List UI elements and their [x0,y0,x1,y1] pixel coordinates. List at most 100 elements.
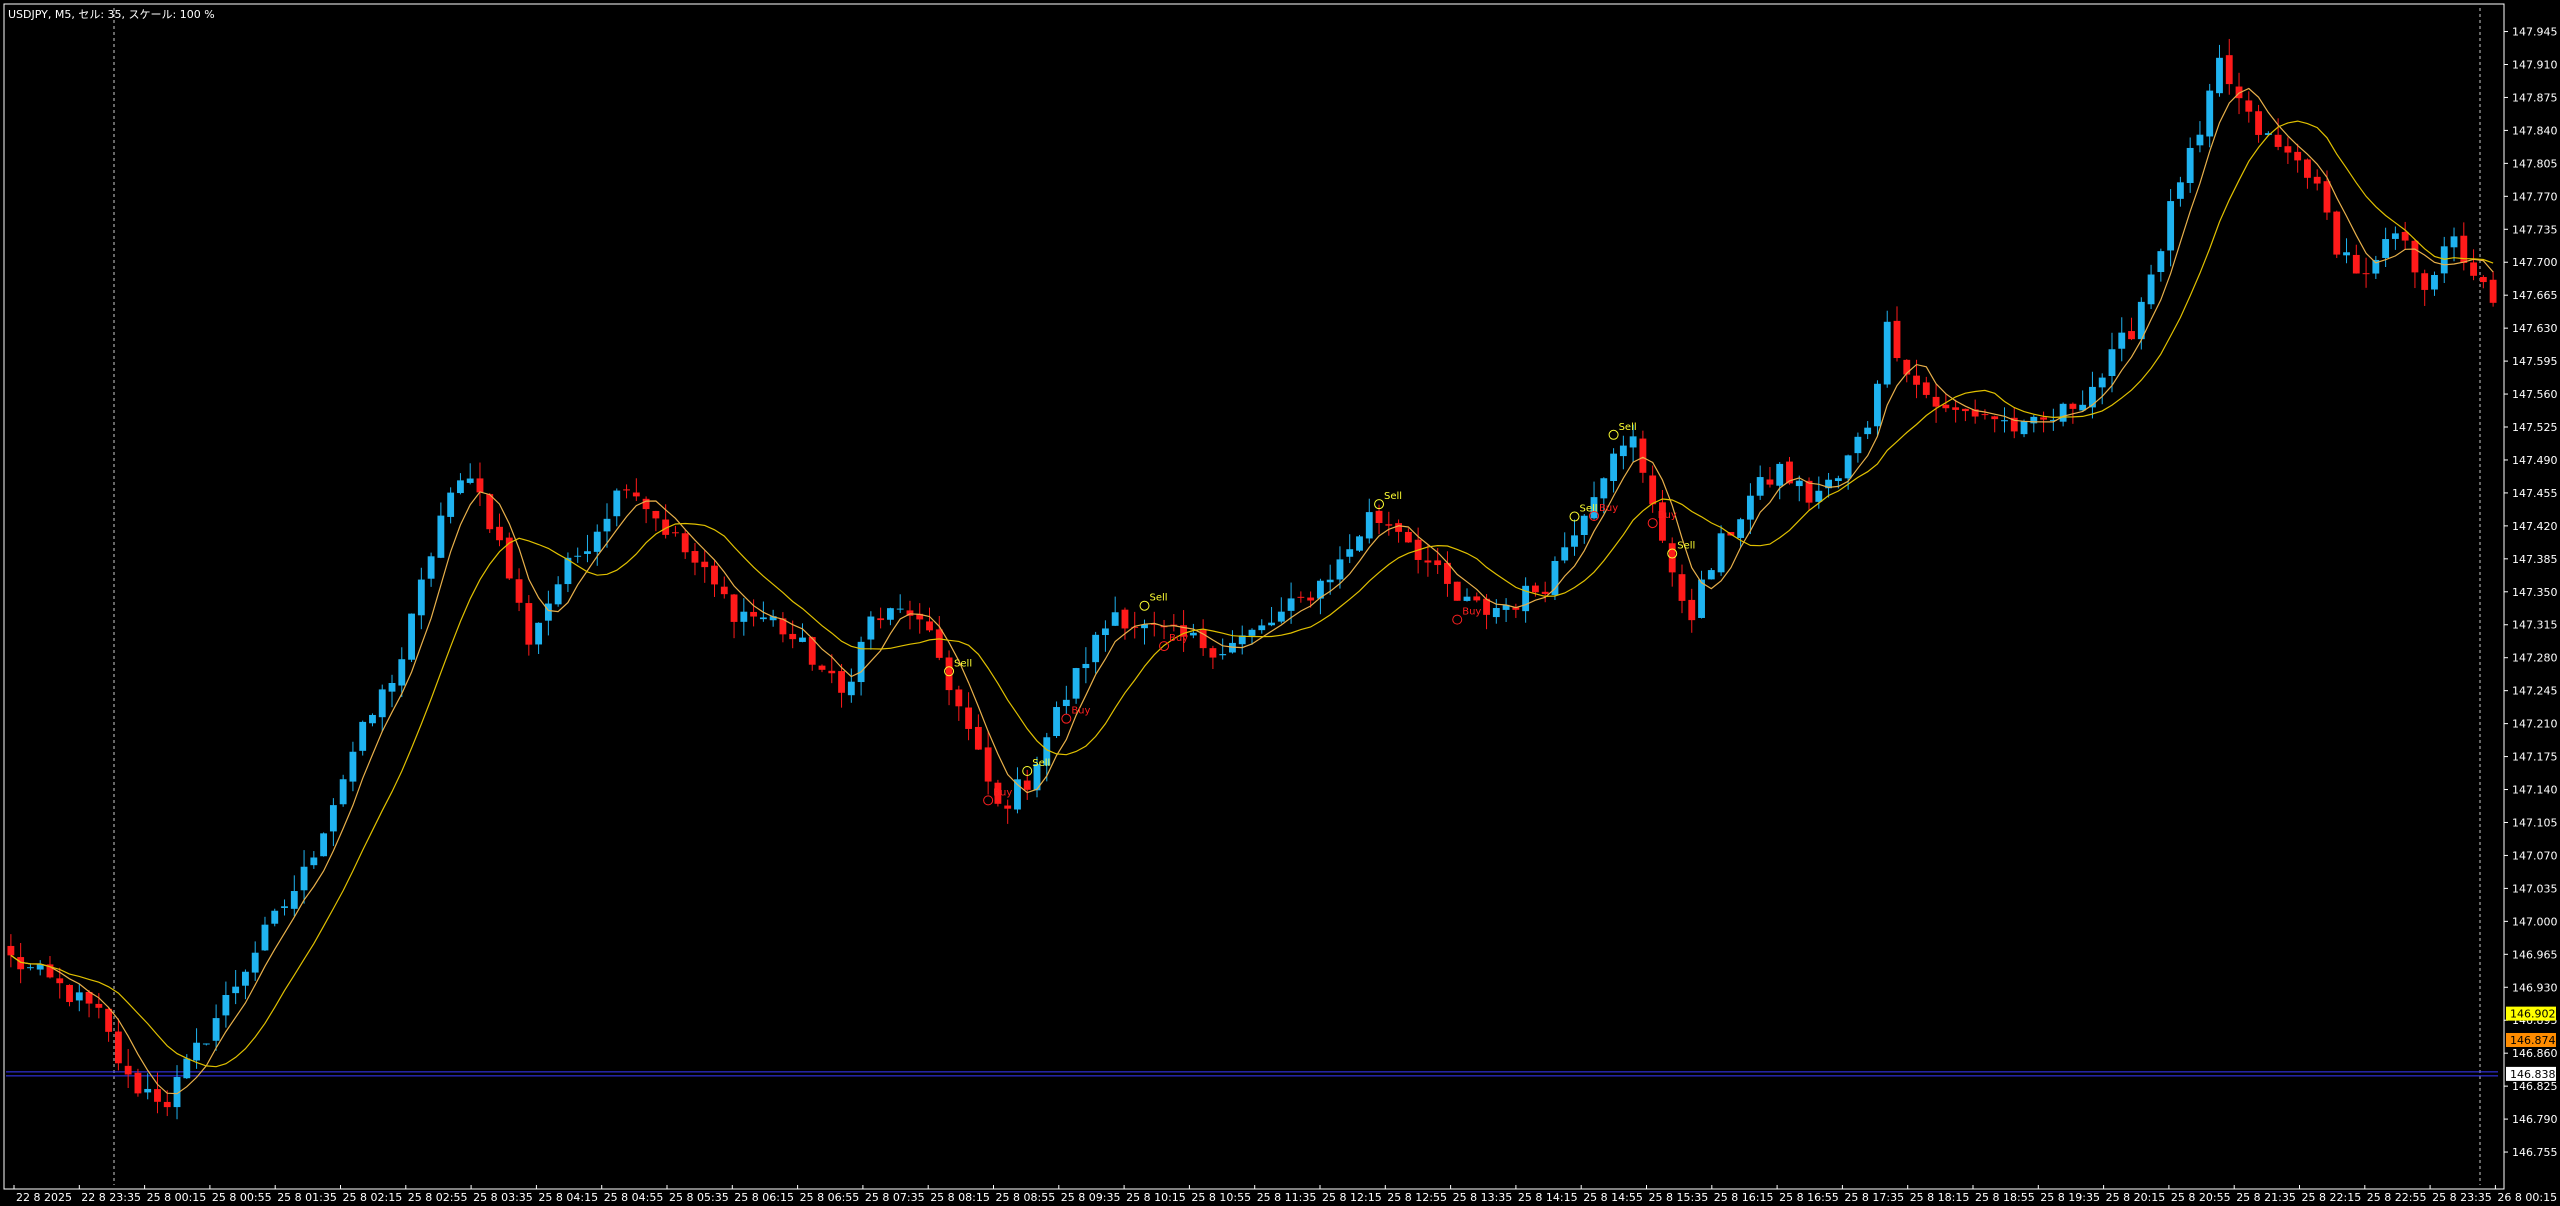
candle-body [1365,512,1373,539]
y-tick-label: 146.930 [2512,981,2558,994]
signal-label: Buy [1599,503,1618,514]
candle-body [261,924,269,951]
candle-body [759,617,767,620]
candle-body [1219,654,1227,656]
signal-label: Sell [1677,541,1695,552]
x-tick-label: 25 8 13:35 [1453,1191,1513,1204]
candle-body [1942,404,1950,409]
candle-body [593,531,601,552]
signal-label: Sell [1384,491,1402,502]
candle-body [1053,707,1060,737]
candle-body [2118,332,2126,349]
x-tick-label: 25 8 22:55 [2367,1191,2427,1204]
x-tick-label: 25 8 08:55 [996,1191,1056,1204]
candle-body [1961,408,1969,412]
candle-body [1248,629,1256,636]
y-tick-label: 147.070 [2512,849,2558,862]
candle-body [2157,251,2165,273]
candle-body [2255,111,2262,135]
candle-body [1834,478,1842,481]
x-tick-label: 25 8 10:15 [1126,1191,1186,1204]
signal-label: Sell [954,658,972,669]
y-tick-label: 147.700 [2512,256,2558,269]
x-tick-label: 22 8 23:35 [81,1191,141,1204]
candle-body [554,584,562,605]
y-tick-label: 147.595 [2512,355,2558,368]
candle-body [2147,274,2155,305]
candle-body [847,681,855,696]
y-tick-label: 147.210 [2512,718,2558,731]
x-tick-label: 25 8 12:55 [1387,1191,1447,1204]
candle-body [242,971,249,986]
candle-body [1854,436,1862,454]
x-tick-label: 25 8 22:15 [2302,1191,2362,1204]
candle-body [1639,438,1647,473]
x-tick-label: 25 8 21:35 [2236,1191,2296,1204]
candle-body [2040,417,2047,420]
candle-body [603,518,611,532]
price-chart[interactable]: SellBuySellBuySellBuySellBuySell BuySellB… [0,0,2560,1206]
candle-body [2362,273,2370,275]
candle-body [877,618,885,621]
candle-body [2001,420,2008,422]
candle-body [1209,648,1217,658]
candle-body [476,478,484,493]
candle-body [926,621,933,631]
candle-body [1404,531,1412,543]
y-tick-label: 147.105 [2512,816,2558,829]
candle-body [818,665,826,670]
candle-body [1746,495,1754,520]
y-tick-label: 147.000 [2512,915,2558,928]
candle-body [1864,427,1872,435]
candle-body [290,891,298,909]
x-tick-label: 25 8 04:55 [604,1191,664,1204]
candle-body [1952,407,1960,410]
candle-body [1395,523,1403,532]
y-tick-label: 147.840 [2512,124,2558,137]
candle-body [1072,668,1080,699]
candle-body [466,478,474,483]
candle-body [1541,591,1549,594]
candle-body [1189,632,1197,636]
x-tick-label: 25 8 05:35 [669,1191,729,1204]
candle-body [2343,252,2350,256]
y-tick-label: 146.825 [2512,1080,2558,1093]
candle-body [2216,57,2223,94]
y-tick-label: 147.140 [2512,784,2558,797]
candle-body [632,492,640,497]
candle-body [1434,560,1442,566]
candle-body [1492,608,1500,618]
candle-body [1707,570,1715,580]
y-tick-label: 147.385 [2512,553,2558,566]
candle-body [623,489,630,491]
candle-body [2137,301,2145,340]
candle-body [398,659,406,686]
x-tick-label: 25 8 17:35 [1844,1191,1904,1204]
candle-body [750,611,758,617]
y-tick-label: 147.245 [2512,685,2558,698]
candle-body [1659,502,1666,541]
candle-body [2206,90,2214,137]
candle-body [2225,55,2233,85]
candle-body [124,1065,132,1075]
x-tick-label: 25 8 02:55 [408,1191,468,1204]
y-tick-label: 147.490 [2512,454,2558,467]
candle-body [2440,246,2448,274]
chart-background [0,0,2560,1206]
candle-body [369,714,376,724]
candle-body [1913,375,1920,385]
candle-body [1082,663,1090,669]
candle-body [2431,274,2438,290]
y-tick-label: 147.280 [2512,652,2558,665]
candle-body [359,721,367,751]
price-label-text: 146.838 [2510,1068,2556,1081]
candle-body [535,622,543,645]
candle-body [515,579,523,603]
candle-body [681,533,689,553]
candle-body [671,532,679,534]
signal-label: Buy [1169,633,1188,644]
candle-body [2294,151,2302,161]
candle-body [378,689,386,718]
candle-body [154,1089,161,1102]
candle-body [1277,611,1285,622]
